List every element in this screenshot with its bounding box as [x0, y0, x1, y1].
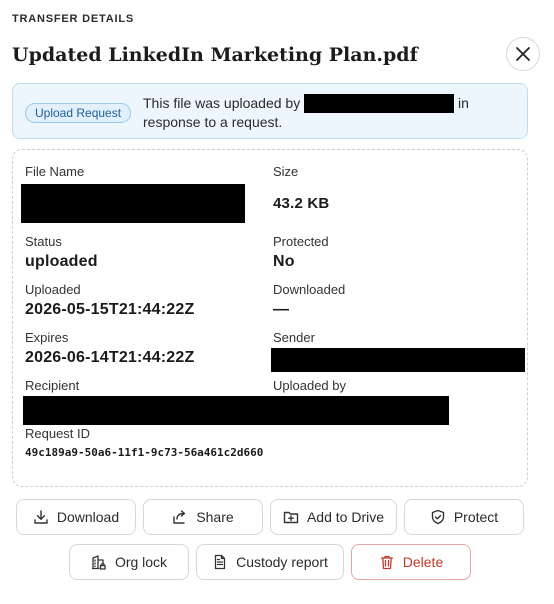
dialog-title: Updated LinkedIn Marketing Plan.pdf	[12, 44, 418, 66]
redacted-uploader	[304, 94, 455, 113]
add-to-drive-button[interactable]: Add to Drive	[270, 499, 397, 535]
upload-request-banner: Upload Request This file was uploaded by…	[12, 83, 528, 139]
download-label: Download	[56, 509, 120, 525]
recipient-label: Recipient	[25, 378, 80, 393]
document-icon	[214, 554, 226, 570]
dialog-eyebrow: TRANSFER DETAILS	[12, 13, 134, 25]
downloaded-label: Downloaded	[273, 282, 346, 297]
custody-report-button[interactable]: Custody report	[196, 544, 344, 580]
org-lock-button[interactable]: Org lock	[69, 544, 189, 580]
org-lock-label: Org lock	[114, 554, 168, 570]
transfer-details-card: File Name Size 43.2 KB Status uploaded P…	[12, 149, 528, 487]
protect-button[interactable]: Protect	[404, 499, 524, 535]
download-icon	[34, 510, 48, 524]
expires-value: 2026-06-14T21:44:22Z	[25, 349, 195, 366]
trash-icon	[380, 555, 393, 570]
share-icon	[173, 510, 186, 524]
sender-label: Sender	[273, 330, 315, 345]
redacted-recipient	[23, 396, 449, 425]
expires-label: Expires	[25, 330, 69, 345]
uploaded-by-label: Uploaded by	[273, 378, 346, 393]
downloaded-value: —	[273, 301, 290, 318]
status-label: Status	[25, 234, 62, 249]
uploaded-label: Uploaded	[25, 282, 81, 297]
building-lock-icon	[91, 555, 106, 570]
close-button[interactable]	[506, 37, 540, 71]
protected-value: No	[273, 253, 295, 270]
custody-report-label: Custody report	[236, 554, 328, 570]
uploaded-value: 2026-05-15T21:44:22Z	[25, 301, 195, 318]
protected-label: Protected	[273, 234, 329, 249]
folder-plus-icon	[283, 511, 299, 524]
shield-check-icon	[431, 509, 445, 525]
upload-request-badge: Upload Request	[25, 103, 132, 123]
share-button[interactable]: Share	[143, 499, 263, 535]
delete-label: Delete	[402, 554, 444, 570]
redacted-sender	[271, 348, 525, 372]
add-to-drive-label: Add to Drive	[306, 509, 385, 525]
banner-text-before: This file was uploaded by	[143, 95, 301, 111]
protect-label: Protect	[453, 509, 499, 525]
share-label: Share	[196, 509, 234, 525]
download-button[interactable]: Download	[16, 499, 136, 535]
status-value: uploaded	[25, 253, 98, 270]
redacted-file-name	[21, 184, 245, 223]
banner-message: This file was uploaded by in response to…	[143, 94, 483, 132]
request-id-label: Request ID	[25, 426, 91, 441]
file-name-label: File Name	[25, 164, 85, 179]
close-icon	[516, 47, 530, 61]
delete-button[interactable]: Delete	[351, 544, 471, 580]
size-value: 43.2 KB	[273, 195, 330, 212]
request-id-value: 49c189a9-50a6-11f1-9c73-56a461c2d660	[25, 446, 264, 459]
size-label: Size	[273, 164, 299, 179]
